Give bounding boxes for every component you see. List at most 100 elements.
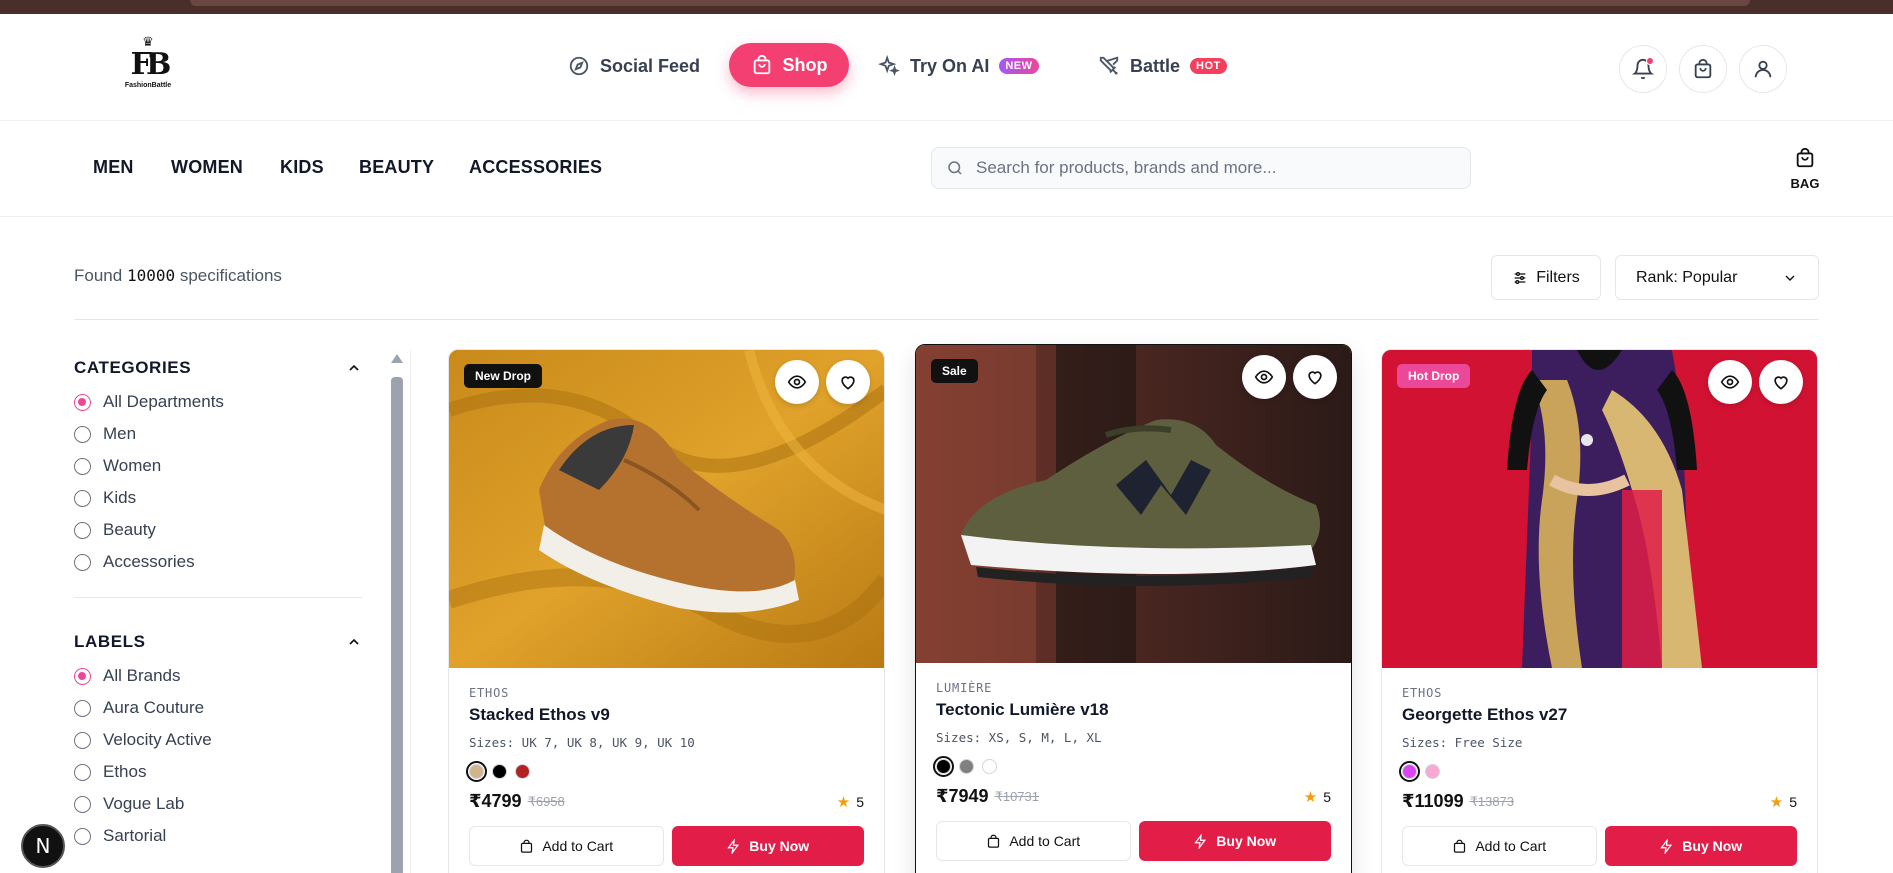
- site-logo[interactable]: ♛ FB FashionBattle: [124, 36, 172, 102]
- price-row: ₹4799 ₹6958 ★ 5: [469, 791, 864, 812]
- category-link-kids[interactable]: KIDS: [280, 157, 324, 178]
- category-link-men[interactable]: MEN: [93, 157, 134, 178]
- label-option[interactable]: Sartorial: [74, 820, 362, 852]
- radio[interactable]: [74, 827, 91, 845]
- radio[interactable]: [74, 763, 91, 781]
- label-option[interactable]: All Brands: [74, 660, 362, 692]
- product-price: ₹11099: [1402, 791, 1464, 811]
- categories-section-header[interactable]: CATEGORIES: [74, 350, 362, 386]
- radio[interactable]: [74, 457, 91, 475]
- quick-view-button[interactable]: [775, 360, 819, 404]
- color-swatch[interactable]: [959, 759, 974, 774]
- bag-button[interactable]: BAG: [1789, 147, 1821, 191]
- label-option-label: Ethos: [103, 762, 147, 781]
- sort-value: Rank: Popular: [1636, 268, 1738, 286]
- chevron-up-icon: [349, 638, 359, 645]
- product-image[interactable]: Sale: [916, 345, 1351, 663]
- radio[interactable]: [74, 699, 91, 717]
- product-name[interactable]: Tectonic Lumière v18: [936, 700, 1331, 720]
- category-option[interactable]: Women: [74, 450, 362, 482]
- category-option[interactable]: Beauty: [74, 514, 362, 546]
- sort-dropdown[interactable]: Rank: Popular: [1615, 255, 1819, 300]
- shopping-bag-icon: [1796, 147, 1814, 168]
- radio[interactable]: [74, 425, 91, 443]
- category-link-women[interactable]: WOMEN: [171, 157, 243, 178]
- color-swatch[interactable]: [466, 761, 487, 782]
- radio[interactable]: [74, 489, 91, 507]
- radio[interactable]: [74, 521, 91, 539]
- category-option[interactable]: Accessories: [74, 546, 362, 578]
- notification-dot: [1646, 57, 1654, 65]
- sidebar-scrollbar[interactable]: [390, 354, 404, 873]
- color-swatch[interactable]: [1399, 761, 1420, 782]
- product-name[interactable]: Stacked Ethos v9: [469, 705, 864, 725]
- label-option[interactable]: Aura Couture: [74, 692, 362, 724]
- nav-shop-label: Shop: [782, 54, 828, 75]
- radio-selected[interactable]: [74, 393, 91, 411]
- quick-view-button[interactable]: [1708, 360, 1752, 404]
- nav-social-feed[interactable]: Social Feed: [568, 44, 700, 88]
- product-image[interactable]: Hot Drop: [1382, 350, 1817, 668]
- wishlist-button[interactable]: [826, 360, 870, 404]
- category-link-accessories[interactable]: ACCESSORIES: [469, 157, 602, 178]
- category-option[interactable]: All Departments: [74, 386, 362, 418]
- wishlist-button[interactable]: [1293, 355, 1337, 399]
- label-option[interactable]: Vogue Lab: [74, 788, 362, 820]
- product-card[interactable]: New Drop ETHOS Stacked Ethos v9 Sizes: U…: [448, 349, 885, 873]
- radio[interactable]: [74, 731, 91, 749]
- cart-button[interactable]: [1679, 45, 1727, 93]
- product-info: ETHOS Stacked Ethos v9 Sizes: UK 7, UK 8…: [466, 686, 864, 866]
- shopping-bag-icon: [1454, 839, 1466, 853]
- add-to-cart-button[interactable]: Add to Cart: [936, 821, 1131, 861]
- labels-section-header[interactable]: LABELS: [74, 624, 362, 660]
- next-devtools-button[interactable]: N: [21, 824, 65, 868]
- color-swatch[interactable]: [1425, 764, 1440, 779]
- rating-value: 5: [1789, 793, 1797, 810]
- color-swatch[interactable]: [515, 764, 530, 779]
- color-swatch[interactable]: [982, 759, 997, 774]
- scroll-thumb[interactable]: [391, 377, 403, 873]
- category-option-label: Beauty: [103, 520, 156, 539]
- category-option[interactable]: Men: [74, 418, 362, 450]
- buy-now-button[interactable]: Buy Now: [1138, 821, 1331, 861]
- category-option-label: Accessories: [103, 552, 195, 571]
- results-count: Found 10000 specifications: [74, 266, 282, 286]
- quick-view-button[interactable]: [1242, 355, 1286, 399]
- category-option[interactable]: Kids: [74, 482, 362, 514]
- saree-photo: [1382, 350, 1817, 668]
- nav-shop[interactable]: Shop: [729, 43, 849, 87]
- scroll-up-arrow-icon[interactable]: [391, 354, 403, 363]
- category-option-label: Women: [103, 456, 162, 475]
- product-card[interactable]: Hot Drop ETHOS Georgette Ethos v27 Sizes…: [1381, 349, 1818, 873]
- radio-selected[interactable]: [74, 667, 91, 685]
- search-input[interactable]: [976, 158, 1436, 178]
- add-to-cart-button[interactable]: Add to Cart: [469, 826, 664, 866]
- radio[interactable]: [74, 795, 91, 813]
- color-swatch[interactable]: [933, 756, 954, 777]
- wishlist-button[interactable]: [1759, 360, 1803, 404]
- product-card[interactable]: Sale LUMIÈRE Tectonic Lumière v18 Sizes:…: [915, 344, 1352, 873]
- labels-title: LABELS: [74, 632, 146, 651]
- label-option[interactable]: Ethos: [74, 756, 362, 788]
- buy-now-button[interactable]: Buy Now: [671, 826, 864, 866]
- profile-button[interactable]: [1739, 45, 1787, 93]
- buy-now-button[interactable]: Buy Now: [1604, 826, 1797, 866]
- heart-icon: [1308, 371, 1322, 385]
- nav-battle[interactable]: Battle HOT: [1098, 44, 1227, 88]
- radio[interactable]: [74, 553, 91, 571]
- star-icon: ★: [836, 793, 851, 811]
- product-name[interactable]: Georgette Ethos v27: [1402, 705, 1797, 725]
- color-swatch[interactable]: [492, 764, 507, 779]
- sliders-icon: [1514, 271, 1526, 284]
- add-to-cart-button[interactable]: Add to Cart: [1402, 826, 1597, 866]
- chevron-up-icon: [349, 364, 359, 371]
- notifications-button[interactable]: [1619, 45, 1667, 93]
- label-option-label: Sartorial: [103, 826, 167, 845]
- product-image[interactable]: New Drop: [449, 350, 884, 668]
- search-box[interactable]: [931, 147, 1471, 189]
- category-link-beauty[interactable]: BEAUTY: [359, 157, 434, 178]
- filters-button[interactable]: Filters: [1491, 255, 1601, 300]
- nav-try-on-ai[interactable]: Try On AI NEW: [878, 44, 1039, 88]
- label-option[interactable]: Velocity Active: [74, 724, 362, 756]
- browser-top-strip: [0, 0, 1893, 14]
